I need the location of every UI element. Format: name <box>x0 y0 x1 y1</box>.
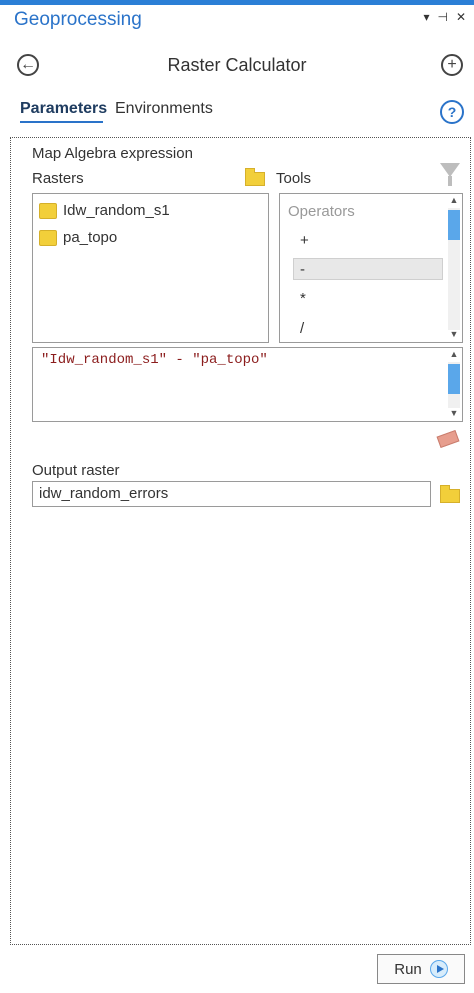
operators-header: Operators <box>288 203 355 220</box>
browse-rasters-folder-icon[interactable] <box>245 168 265 186</box>
tab-environments[interactable]: Environments <box>115 100 213 118</box>
operator-plus[interactable]: + <box>294 230 444 252</box>
run-label: Run <box>394 960 422 978</box>
tab-parameters[interactable]: Parameters <box>20 100 107 118</box>
top-accent-bar <box>0 0 474 5</box>
operator-multiply[interactable]: * <box>294 288 444 310</box>
raster-name: Idw_random_s1 <box>63 202 170 219</box>
list-item[interactable]: Idw_random_s1 <box>39 202 170 219</box>
expression-scroll-thumb[interactable] <box>448 364 460 394</box>
output-raster-input[interactable]: idw_random_errors <box>32 481 431 507</box>
run-button[interactable]: Run <box>377 954 465 984</box>
pane-options-icon[interactable]: ▾ <box>423 10 429 24</box>
operator-divide[interactable]: / <box>294 318 444 340</box>
browse-output-folder-icon[interactable] <box>440 485 460 503</box>
active-tab-indicator <box>20 121 103 123</box>
expression-editor[interactable]: "Idw_random_s1" - "pa_topo" ▲ ▼ <box>32 347 463 422</box>
pin-icon[interactable]: ⊣ <box>437 10 447 24</box>
list-item[interactable]: pa_topo <box>39 229 117 246</box>
operator-minus[interactable]: - <box>293 258 443 280</box>
tools-scroll-thumb[interactable] <box>448 210 460 240</box>
help-icon[interactable]: ? <box>440 100 464 124</box>
raster-name: pa_topo <box>63 229 118 246</box>
pane-window-controls: ▾ ⊣ ✕ <box>423 10 466 24</box>
map-algebra-label: Map Algebra expression <box>32 145 193 162</box>
scroll-up-icon[interactable]: ▲ <box>448 349 460 359</box>
tool-title: Raster Calculator <box>167 55 307 75</box>
scroll-down-icon[interactable]: ▼ <box>448 408 460 418</box>
pane-title: Geoprocessing <box>14 9 142 30</box>
scroll-up-icon[interactable]: ▲ <box>448 195 460 205</box>
tools-list[interactable]: Operators + - * / ▲ ▼ <box>279 193 463 343</box>
tools-label: Tools <box>276 170 312 187</box>
expression-text: "Idw_random_s1" - "pa_topo" <box>41 352 268 368</box>
filter-icon-stem <box>448 176 452 186</box>
raster-layer-icon <box>39 202 57 219</box>
plus-circle-icon[interactable]: + <box>441 54 463 76</box>
rasters-label: Rasters <box>32 170 84 187</box>
rasters-list[interactable]: Idw_random_s1 pa_topo <box>32 193 269 343</box>
raster-layer-icon <box>39 229 57 246</box>
output-raster-label: Output raster <box>32 462 120 479</box>
close-icon[interactable]: ✕ <box>456 10 466 24</box>
scroll-down-icon[interactable]: ▼ <box>448 329 460 339</box>
play-icon <box>429 960 448 978</box>
filter-icon[interactable] <box>440 163 460 177</box>
